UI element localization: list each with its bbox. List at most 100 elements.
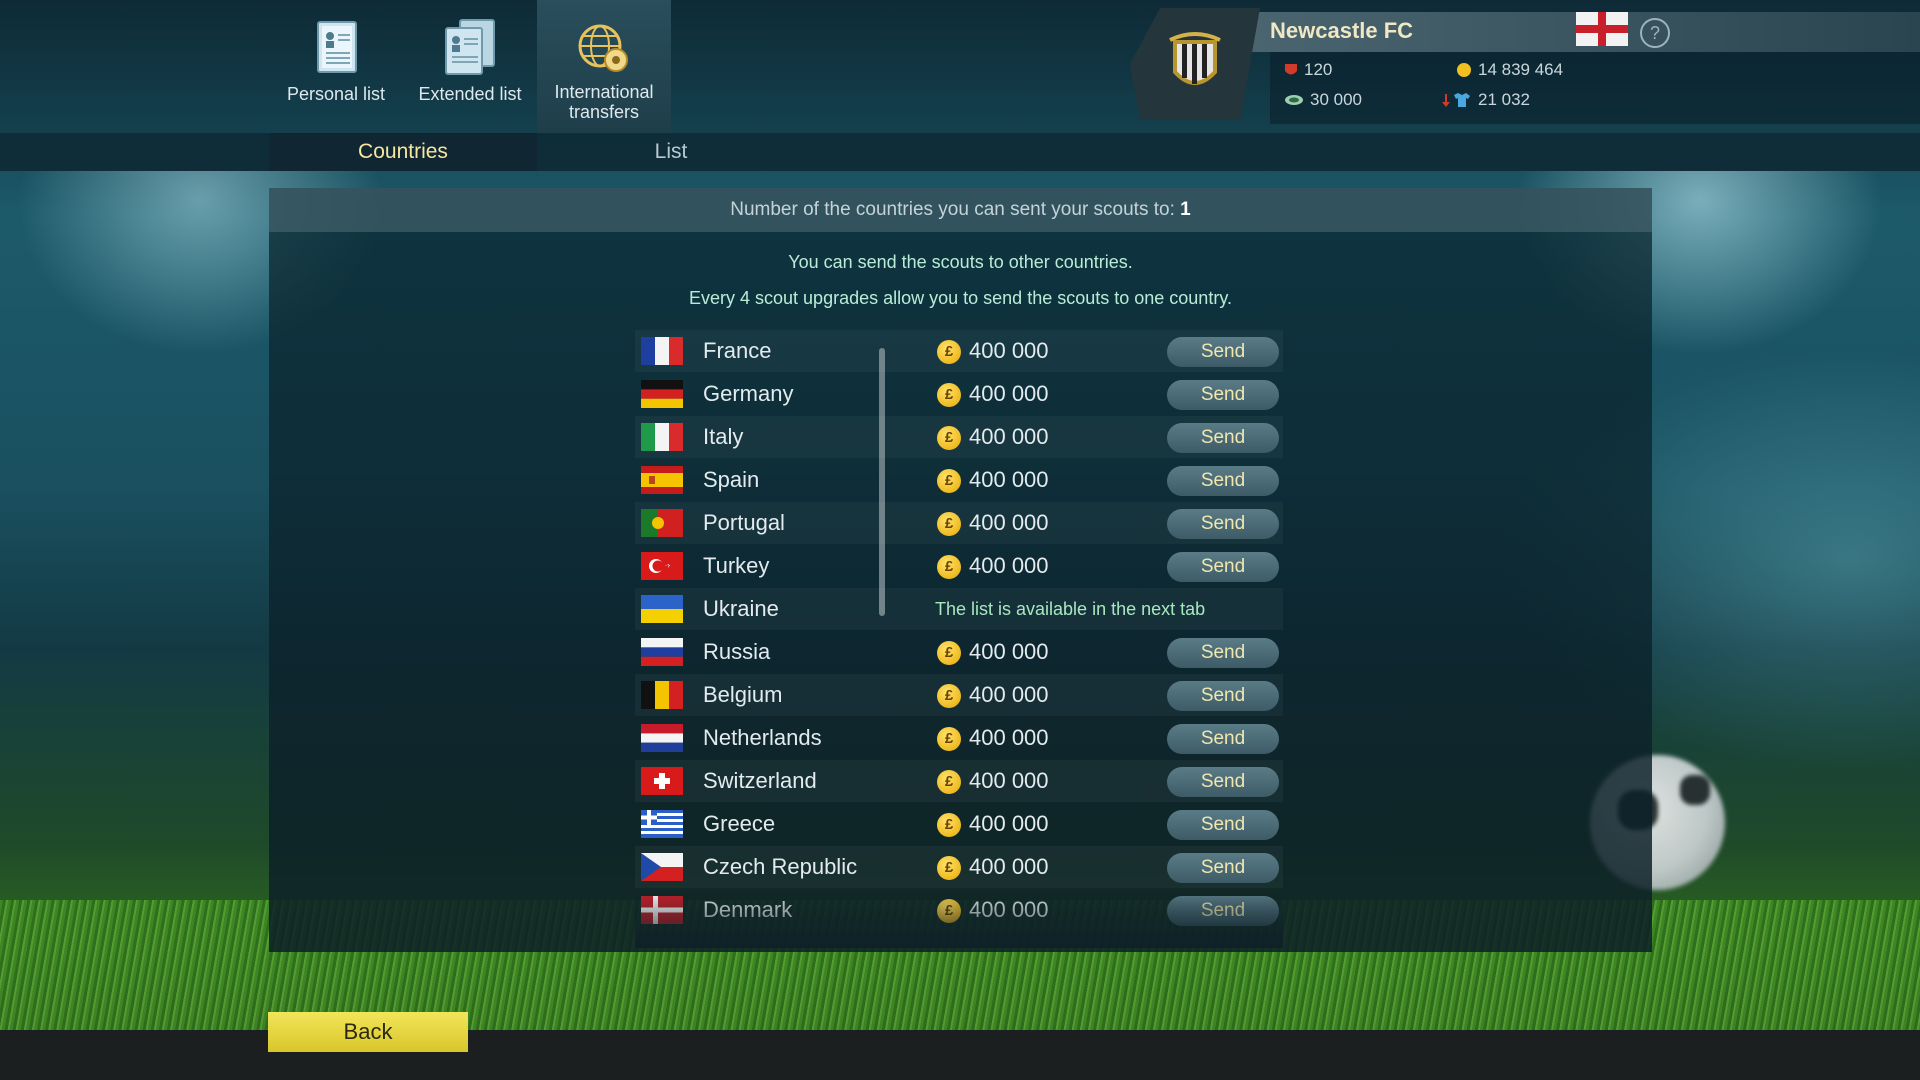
country-flag-icon (641, 810, 683, 838)
send-scouts-button[interactable]: Send (1167, 810, 1279, 840)
coin-icon: £ (937, 770, 961, 794)
club-crest-icon (1130, 8, 1260, 120)
country-flag-icon (641, 337, 683, 365)
country-row: Spain £400 000 Send (635, 459, 1283, 501)
coin-icon: £ (937, 555, 961, 579)
help-button[interactable]: ? (1640, 18, 1670, 48)
country-row: Italy £400 000 Send (635, 416, 1283, 458)
send-scouts-button[interactable]: Send (1167, 337, 1279, 367)
country-flag-icon (641, 552, 683, 580)
country-flag-icon (641, 681, 683, 709)
country-price: 400 000 (969, 897, 1049, 922)
availability-note: The list is available in the next tab (935, 599, 1206, 619)
info-line-2: Every 4 scout upgrades allow you to send… (689, 288, 1232, 308)
country-row: Germany £400 000 Send (635, 373, 1283, 415)
nav-extended-list[interactable]: Extended list (403, 0, 537, 133)
send-scouts-button[interactable]: Send (1167, 724, 1279, 754)
tab-countries[interactable]: Countries (269, 133, 537, 171)
england-flag-icon (1576, 12, 1628, 46)
country-price: 400 000 (969, 682, 1049, 707)
country-row: Switzerland £400 000 Send (635, 760, 1283, 802)
send-scouts-button[interactable]: Send (1167, 509, 1279, 539)
country-name: Portugal (703, 510, 785, 535)
panel-header: Number of the countries you can sent you… (269, 188, 1652, 232)
send-scouts-button[interactable]: Send (1167, 638, 1279, 668)
send-scouts-button[interactable]: Send (1167, 380, 1279, 410)
country-row: Portugal £400 000 Send (635, 502, 1283, 544)
country-flag-icon (641, 466, 683, 494)
country-name: Russia (703, 639, 771, 664)
send-scouts-button[interactable]: Send (1167, 681, 1279, 711)
country-name: Czech Republic (703, 854, 858, 879)
coin-icon: £ (937, 383, 961, 407)
stat-merch: 21 032 (1442, 90, 1530, 110)
international-transfers-label-2: transfers (568, 102, 640, 122)
extended-list-icon (445, 19, 495, 75)
country-row: Belgium £400 000 Send (635, 674, 1283, 716)
info-line-1: You can send the scouts to other countri… (788, 252, 1133, 272)
nav-personal-list[interactable]: Personal list (269, 0, 403, 133)
globe-ball-icon (578, 24, 628, 72)
send-scouts-button[interactable]: Send (1167, 853, 1279, 883)
country-price: 400 000 (969, 639, 1049, 664)
country-name: Italy (703, 424, 744, 449)
country-flag-icon (641, 767, 683, 795)
coin-icon: £ (937, 340, 961, 364)
personal-list-icon (317, 21, 357, 73)
country-flag-icon (641, 896, 683, 924)
stadium-icon (1285, 95, 1303, 105)
top-bar: Personal list Extended list Internationa… (0, 0, 1920, 133)
country-name: Belgium (703, 682, 783, 707)
country-name: Denmark (703, 897, 793, 922)
send-scouts-button[interactable]: Send (1167, 896, 1279, 926)
country-row: France £400 000 Send (635, 330, 1283, 372)
stat-money: 14 839 464 (1456, 60, 1563, 80)
coin-icon (1457, 63, 1471, 77)
country-price: 400 000 (969, 811, 1049, 836)
extended-list-label: Extended list (418, 84, 522, 104)
country-name: Greece (703, 811, 776, 836)
country-price: 400 000 (969, 854, 1049, 879)
country-flag-icon (641, 638, 683, 666)
country-price: 400 000 (969, 424, 1049, 449)
stat-merch-value: 21 032 (1478, 90, 1530, 109)
country-row: Ukraine The list is available in the next… (635, 588, 1283, 630)
nav-international-transfers[interactable]: International transfers (537, 0, 671, 133)
stat-stadium: 30 000 (1284, 90, 1362, 110)
coin-icon: £ (937, 641, 961, 665)
country-flag-icon (641, 509, 683, 537)
country-name: Spain (703, 467, 760, 492)
subtab-bar: Countries List (0, 133, 1920, 171)
countries-panel: Number of the countries you can sent you… (269, 188, 1652, 952)
coin-icon: £ (937, 727, 961, 751)
coin-icon: £ (937, 512, 961, 536)
country-flag-icon (641, 595, 683, 623)
personal-list-label: Personal list (286, 84, 386, 104)
send-scouts-button[interactable]: Send (1167, 767, 1279, 797)
coin-icon: £ (937, 469, 961, 493)
coin-icon: £ (937, 899, 961, 923)
tab-list[interactable]: List (537, 133, 805, 171)
stat-stadium-value: 30 000 (1310, 90, 1362, 109)
country-flag-icon (641, 380, 683, 408)
country-name: France (703, 338, 772, 363)
shield-icon (1285, 64, 1297, 75)
country-flag-icon (641, 853, 683, 881)
club-name: Newcastle FC (1270, 18, 1414, 43)
country-row: Czech Republic £400 000 Send (635, 846, 1283, 888)
country-price: 400 000 (969, 381, 1049, 406)
send-scouts-button[interactable]: Send (1167, 466, 1279, 496)
country-name: Switzerland (703, 768, 817, 793)
stat-fans-value: 120 (1304, 60, 1333, 79)
country-flag-icon (641, 724, 683, 752)
send-scouts-button[interactable]: Send (1167, 552, 1279, 582)
panel-header-text: Number of the countries you can sent you… (730, 199, 1181, 220)
country-price: 400 000 (969, 510, 1049, 535)
country-name: Ukraine (703, 596, 779, 621)
country-name: Germany (703, 381, 794, 406)
back-button[interactable]: Back (268, 1012, 468, 1052)
international-transfers-label-1: International (554, 82, 654, 102)
coin-icon: £ (937, 426, 961, 450)
country-row: Russia £400 000 Send (635, 631, 1283, 673)
send-scouts-button[interactable]: Send (1167, 423, 1279, 453)
